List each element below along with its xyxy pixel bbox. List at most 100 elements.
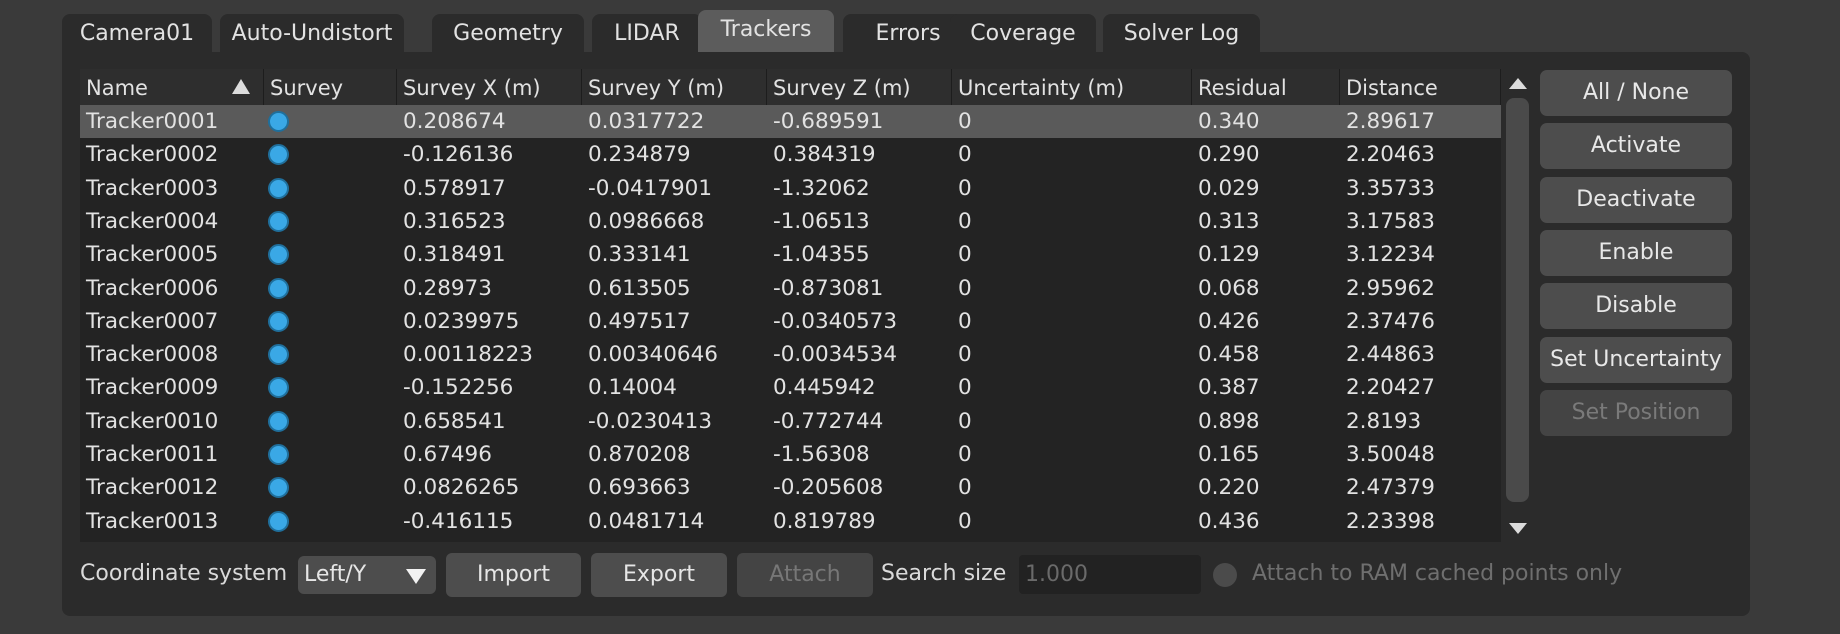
table-row[interactable]: Tracker0001 0.208674 0.0317722 -0.689591 0 0.…: [80, 105, 1501, 138]
cell-uncertainty: 0: [958, 442, 972, 467]
column-header-survey-y[interactable]: Survey Y (m): [582, 69, 767, 105]
set-uncertainty-button[interactable]: Set Uncertainty: [1540, 336, 1732, 383]
table-row[interactable]: Tracker0006 0.28973 0.613505 -0.873081 0 0.06…: [80, 272, 1501, 305]
cell-survey-x: 0.316523: [403, 209, 506, 234]
cell-distance: 2.44863: [1346, 342, 1435, 367]
survey-status-icon[interactable]: [268, 344, 289, 365]
cell-distance: 2.23398: [1346, 509, 1435, 534]
column-header-distance[interactable]: Distance: [1340, 69, 1501, 105]
tab-geometry[interactable]: Geometry: [432, 14, 584, 52]
survey-status-icon[interactable]: [268, 511, 289, 532]
cell-distance: 2.47379: [1346, 475, 1435, 500]
cell-residual: 0.290: [1198, 142, 1260, 167]
survey-status-icon[interactable]: [268, 278, 289, 299]
cell-name: Tracker0001: [86, 109, 219, 134]
survey-status-icon[interactable]: [268, 444, 289, 465]
survey-status-icon[interactable]: [268, 178, 289, 199]
deactivate-button[interactable]: Deactivate: [1540, 176, 1732, 223]
cell-survey-x: 0.208674: [403, 109, 506, 134]
cell-survey-z: -0.0340573: [773, 309, 898, 334]
cell-uncertainty: 0: [958, 409, 972, 434]
column-header-name[interactable]: Name: [80, 69, 264, 105]
cell-survey-z: -1.32062: [773, 176, 870, 201]
scroll-up-arrow-icon[interactable]: [1509, 78, 1527, 89]
table-row[interactable]: Tracker0003 0.578917 -0.0417901 -1.32062 0 0.…: [80, 172, 1501, 205]
table-row[interactable]: Tracker0009 -0.152256 0.14004 0.445942 0 0.38…: [80, 371, 1501, 404]
set-position-button[interactable]: Set Position: [1540, 389, 1732, 436]
cell-distance: 2.89617: [1346, 109, 1435, 134]
ram-cached-radio[interactable]: [1213, 563, 1237, 587]
survey-status-icon[interactable]: [268, 311, 289, 332]
coordinate-system-dropdown[interactable]: Left/Y: [298, 556, 436, 594]
cell-survey-x: -0.152256: [403, 375, 514, 400]
table-vertical-scrollbar[interactable]: [1504, 69, 1531, 542]
tab-coverage[interactable]: Coverage: [950, 14, 1096, 52]
cell-residual: 0.898: [1198, 409, 1260, 434]
cell-survey-z: -1.06513: [773, 209, 870, 234]
tab-auto-undistort[interactable]: Auto-Undistort: [220, 14, 404, 52]
table-row[interactable]: Tracker0007 0.0239975 0.497517 -0.0340573 0 0…: [80, 305, 1501, 338]
cell-survey-z: -0.0034534: [773, 342, 898, 367]
cell-survey-x: 0.0239975: [403, 309, 520, 334]
cell-residual: 0.068: [1198, 276, 1260, 301]
cell-survey-y: 0.0986668: [588, 209, 705, 234]
cell-residual: 0.313: [1198, 209, 1260, 234]
search-size-label: Search size: [881, 561, 1007, 586]
cell-distance: 2.37476: [1346, 309, 1435, 334]
export-button[interactable]: Export: [591, 553, 727, 597]
survey-status-icon[interactable]: [268, 111, 289, 132]
column-header-survey-z[interactable]: Survey Z (m): [767, 69, 952, 105]
cell-survey-y: 0.870208: [588, 442, 691, 467]
table-row[interactable]: Tracker0005 0.318491 0.333141 -1.04355 0 0.12…: [80, 238, 1501, 271]
survey-status-icon[interactable]: [268, 377, 289, 398]
table-row[interactable]: Tracker0004 0.316523 0.0986668 -1.06513 0 0.3…: [80, 205, 1501, 238]
column-header-survey[interactable]: Survey: [264, 69, 397, 105]
survey-status-icon[interactable]: [268, 477, 289, 498]
cell-survey-z: 0.384319: [773, 142, 876, 167]
survey-status-icon[interactable]: [268, 244, 289, 265]
table-row[interactable]: Tracker0002 -0.126136 0.234879 0.384319 0 0.2…: [80, 138, 1501, 171]
cell-uncertainty: 0: [958, 342, 972, 367]
survey-status-icon[interactable]: [268, 144, 289, 165]
all-none-button[interactable]: All / None: [1540, 70, 1732, 116]
cell-uncertainty: 0: [958, 375, 972, 400]
survey-status-icon[interactable]: [268, 211, 289, 232]
enable-button[interactable]: Enable: [1540, 229, 1732, 276]
table-row[interactable]: Tracker0012 0.0826265 0.693663 -0.205608 0 0.…: [80, 471, 1501, 504]
table-row[interactable]: Tracker0010 0.658541 -0.0230413 -0.772744 0 0…: [80, 405, 1501, 438]
table-row[interactable]: Tracker0011 0.67496 0.870208 -1.56308 0 0.165…: [80, 438, 1501, 471]
scroll-down-arrow-icon[interactable]: [1509, 523, 1527, 534]
cell-uncertainty: 0: [958, 509, 972, 534]
scroll-thumb[interactable]: [1506, 98, 1529, 502]
cell-distance: 2.20427: [1346, 375, 1435, 400]
table-row[interactable]: Tracker0008 0.00118223 0.00340646 -0.003453…: [80, 338, 1501, 371]
cell-residual: 0.029: [1198, 176, 1260, 201]
column-header-residual[interactable]: Residual: [1192, 69, 1340, 105]
survey-status-icon[interactable]: [268, 411, 289, 432]
column-header-uncertainty[interactable]: Uncertainty (m): [952, 69, 1192, 105]
cell-name: Tracker0005: [86, 242, 219, 267]
column-header-survey-x[interactable]: Survey X (m): [397, 69, 582, 105]
cell-survey-x: 0.28973: [403, 276, 492, 301]
search-size-field[interactable]: 1.000: [1019, 555, 1201, 594]
cell-survey-y: 0.613505: [588, 276, 691, 301]
cell-survey-z: 0.445942: [773, 375, 876, 400]
cell-survey-y: 0.14004: [588, 375, 677, 400]
table-row[interactable]: Tracker0013 -0.416115 0.0481714 0.819789 0 0.…: [80, 505, 1501, 538]
tab-trackers[interactable]: Trackers: [698, 10, 834, 52]
tab-lidar[interactable]: LIDAR: [592, 14, 702, 52]
table-header: Name Survey Survey X (m) Survey Y (m) Survey…: [80, 69, 1501, 105]
activate-button[interactable]: Activate: [1540, 123, 1732, 170]
cell-name: Tracker0012: [86, 475, 219, 500]
cell-name: Tracker0008: [86, 342, 219, 367]
cell-uncertainty: 0: [958, 176, 972, 201]
tab-solver-log[interactable]: Solver Log: [1103, 14, 1260, 52]
attach-button[interactable]: Attach: [737, 553, 873, 597]
cell-residual: 0.129: [1198, 242, 1260, 267]
tab-camera01[interactable]: Camera01: [62, 14, 212, 52]
cell-uncertainty: 0: [958, 209, 972, 234]
disable-button[interactable]: Disable: [1540, 283, 1732, 330]
import-button[interactable]: Import: [446, 553, 581, 597]
cell-residual: 0.426: [1198, 309, 1260, 334]
column-header-label: Uncertainty (m): [958, 76, 1125, 100]
